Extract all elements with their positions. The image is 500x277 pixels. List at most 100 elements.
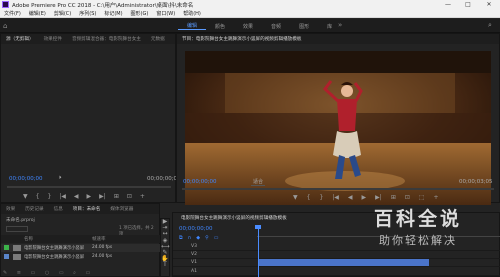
home-icon[interactable]: ⌂ bbox=[3, 22, 11, 30]
program-transport-controls: ▼ { } |◀ ◀ ▶ ▶| ⊞ ⊡ ⬚ + bbox=[293, 194, 439, 201]
workspace-more-icon[interactable]: » bbox=[338, 21, 342, 29]
mark-in-icon[interactable]: { bbox=[307, 194, 311, 201]
menu-sequence[interactable]: 序列(S) bbox=[75, 10, 100, 17]
program-fit-select[interactable]: 适合 bbox=[251, 178, 266, 186]
menu-clip[interactable]: 剪辑(C) bbox=[50, 10, 75, 17]
button-editor-icon[interactable]: + bbox=[434, 194, 439, 201]
source-scrub-bar[interactable] bbox=[7, 186, 171, 188]
mark-out-icon[interactable]: } bbox=[47, 193, 51, 200]
menu-graphics[interactable]: 图形(G) bbox=[127, 10, 153, 17]
column-frame-rate[interactable]: 帧速率 bbox=[92, 236, 106, 242]
insert-icon[interactable]: ⊞ bbox=[114, 193, 119, 200]
project-item-fps: 24.00 fps bbox=[92, 245, 113, 250]
track-label: A1 bbox=[191, 269, 197, 274]
workspace-tab-color[interactable]: 颜色 bbox=[206, 23, 234, 30]
minimize-button[interactable]: — bbox=[440, 0, 456, 9]
tab-project[interactable]: 项目：未命名 bbox=[68, 206, 106, 212]
tools-panel: ▶ ⇥ ↔ ◈ ⟷ ✎ ✋ T bbox=[160, 218, 170, 277]
project-panel: 效果 历史记录 信息 项目：未命名 媒体浏览器 未命名.prproj 1 项已选… bbox=[0, 203, 161, 277]
go-to-in-icon[interactable]: |◀ bbox=[59, 193, 66, 200]
source-play-indicator-icon[interactable]: ⏵ bbox=[59, 175, 62, 181]
add-marker-icon[interactable]: ▼ bbox=[293, 194, 298, 201]
label-color-swatch bbox=[4, 254, 9, 259]
play-icon[interactable]: ▶ bbox=[362, 194, 367, 201]
button-editor-icon[interactable]: + bbox=[140, 193, 145, 200]
project-row[interactable]: 电影院舞台女主跳舞演示小竖屏 24.00 fps bbox=[1, 253, 161, 261]
close-button[interactable]: ✕ bbox=[481, 0, 497, 9]
tab-source[interactable]: 源（无剪辑） bbox=[1, 36, 39, 42]
tab-effects[interactable]: 效果 bbox=[1, 206, 20, 212]
audio-track-a1[interactable]: A1 bbox=[173, 268, 500, 276]
overwrite-icon[interactable]: ⊡ bbox=[127, 193, 132, 200]
workspace-tab-edit[interactable]: 编辑 bbox=[178, 22, 207, 30]
snap-icon[interactable]: ∩ bbox=[188, 235, 192, 241]
premiere-app-icon bbox=[2, 1, 9, 8]
timeline-timecode[interactable]: 00;00;00;00 bbox=[179, 226, 213, 232]
menu-edit[interactable]: 编辑(E) bbox=[25, 10, 50, 17]
video-track-v1[interactable]: V1 bbox=[173, 259, 500, 267]
program-scrub-bar[interactable] bbox=[182, 188, 494, 190]
watermark-subtitle: 助你轻松解决 bbox=[379, 234, 457, 247]
tab-metadata[interactable]: 元数据 bbox=[146, 36, 170, 42]
extract-icon[interactable]: ⊡ bbox=[405, 194, 410, 201]
type-tool-icon[interactable]: T bbox=[161, 262, 169, 268]
program-end-timecode: 00;00;03;05 bbox=[459, 179, 493, 185]
play-icon[interactable]: ▶ bbox=[87, 193, 92, 200]
tab-media-browser[interactable]: 媒体浏览器 bbox=[105, 206, 138, 212]
step-back-icon[interactable]: ◀ bbox=[74, 193, 79, 200]
workspace-bar: ⌂ 编辑 颜色 效果 音频 图形 库 » ⌕ bbox=[0, 19, 500, 33]
timeline-toolbar: ⧉ ∩ ◆ ⚲ ▭ bbox=[179, 235, 219, 241]
menu-help[interactable]: 帮助(H) bbox=[179, 10, 205, 17]
mark-out-icon[interactable]: } bbox=[319, 194, 323, 201]
lift-icon[interactable]: ⊞ bbox=[391, 194, 396, 201]
export-frame-icon[interactable]: ⬚ bbox=[419, 194, 425, 201]
add-marker-icon[interactable]: ▼ bbox=[23, 193, 28, 200]
source-timecode[interactable]: 00;00;00;00 bbox=[9, 176, 43, 182]
video-clip-icon bbox=[13, 254, 21, 260]
project-item-name: 电影院舞台女主跳舞演示小竖屏 bbox=[24, 255, 85, 260]
timeline-settings-icon[interactable]: ▭ bbox=[214, 235, 219, 241]
linked-selection-icon[interactable]: ◆ bbox=[196, 235, 200, 241]
tab-effect-controls[interactable]: 效果控件 bbox=[39, 36, 67, 42]
menu-file[interactable]: 文件(F) bbox=[0, 10, 25, 17]
title-bar: Adobe Premiere Pro CC 2018 - C:\用户\Admin… bbox=[0, 0, 500, 9]
workspace-tab-effects[interactable]: 效果 bbox=[234, 23, 262, 30]
track-label: V3 bbox=[191, 244, 197, 249]
project-column-header: 名称 帧速率 bbox=[1, 235, 161, 243]
workspace-tabs: 编辑 颜色 效果 音频 图形 库 bbox=[178, 19, 341, 33]
tab-info[interactable]: 信息 bbox=[49, 206, 68, 212]
menu-window[interactable]: 窗口(W) bbox=[152, 10, 179, 17]
project-search-input[interactable] bbox=[6, 226, 28, 232]
step-forward-icon[interactable]: ▶| bbox=[99, 193, 106, 200]
nest-icon[interactable]: ⧉ bbox=[179, 235, 183, 241]
watermark: 百科全说 助你轻松解决 bbox=[338, 204, 498, 259]
window-title: Adobe Premiere Pro CC 2018 - C:\用户\Admin… bbox=[12, 2, 194, 9]
maximize-button[interactable]: □ bbox=[460, 0, 476, 9]
workspace-tab-graphics[interactable]: 图形 bbox=[290, 23, 318, 30]
playhead-line[interactable] bbox=[258, 225, 259, 277]
source-transport-controls: ▼ { } |◀ ◀ ▶ ▶| ⊞ ⊡ + bbox=[23, 193, 145, 200]
program-panel-tabs: 节目：电影院舞台女主跳舞演示小竖屏的视频剪辑播放模板 bbox=[177, 34, 499, 44]
project-item-name: 电影院舞台女主跳舞演示小竖屏 bbox=[24, 246, 85, 251]
mark-in-icon[interactable]: { bbox=[36, 193, 40, 200]
project-bottom-toolbar[interactable]: ✎ ≡ ▭ ○ ▭ ⌕ ▭ bbox=[3, 270, 94, 276]
project-row[interactable]: 电影院舞台女主跳舞演示小竖屏 24.00 fps bbox=[1, 244, 161, 252]
tab-audio-clip-mixer[interactable]: 音频剪辑混合器：电影院舞台女主 bbox=[67, 36, 146, 42]
step-back-icon[interactable]: ◀ bbox=[348, 194, 353, 201]
tab-program[interactable]: 节目：电影院舞台女主跳舞演示小竖屏的视频剪辑播放模板 bbox=[177, 36, 306, 42]
timeline-sequence-tab[interactable]: 电影院舞台女主跳舞演示小竖屏的视频剪辑播放模板 bbox=[181, 215, 287, 221]
playhead-handle[interactable] bbox=[255, 225, 261, 229]
tab-history[interactable]: 历史记录 bbox=[20, 206, 48, 212]
column-name[interactable]: 名称 bbox=[24, 236, 33, 242]
sequence-icon bbox=[13, 245, 21, 251]
search-icon[interactable]: ⌕ bbox=[488, 21, 492, 30]
video-clip[interactable] bbox=[259, 259, 429, 266]
menu-marker[interactable]: 标记(M) bbox=[100, 10, 126, 17]
workspace-tab-audio[interactable]: 音频 bbox=[262, 23, 290, 30]
program-timecode[interactable]: 00;00;00;00 bbox=[183, 179, 217, 185]
add-marker-icon[interactable]: ⚲ bbox=[205, 235, 209, 241]
source-panel-tabs: 源（无剪辑） 效果控件 音频剪辑混合器：电影院舞台女主 元数据 bbox=[1, 34, 175, 44]
go-to-in-icon[interactable]: |◀ bbox=[332, 194, 339, 201]
step-forward-icon[interactable]: ▶| bbox=[375, 194, 382, 201]
menu-bar: 文件(F) 编辑(E) 剪辑(C) 序列(S) 标记(M) 图形(G) 窗口(W… bbox=[0, 9, 500, 18]
